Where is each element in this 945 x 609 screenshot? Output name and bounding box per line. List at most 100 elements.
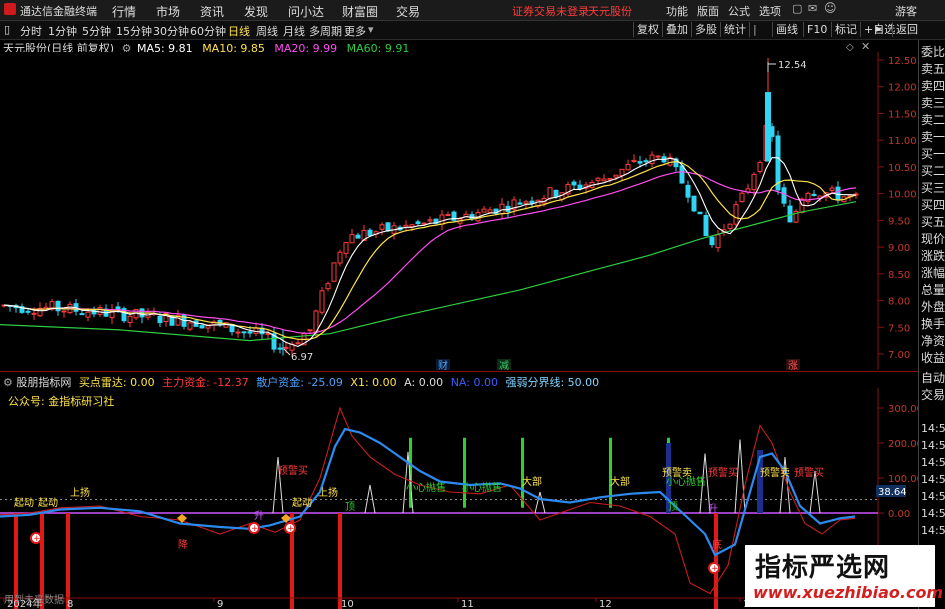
candle-body xyxy=(481,208,487,213)
menu-wenxiaoda[interactable]: 问小达 xyxy=(288,3,324,20)
candle-body xyxy=(79,313,85,316)
quote-field-label[interactable]: 涨幅 xyxy=(921,265,945,282)
quote-field-label[interactable]: 买一 xyxy=(921,146,945,163)
quote-field-label[interactable]: 换手 xyxy=(921,316,945,333)
watermark-title: 指标严选网 xyxy=(755,553,891,583)
price-tick-label: 9.00 xyxy=(888,243,910,254)
quote-field-label[interactable]: 卖三 xyxy=(921,95,945,112)
signal-label: 小心抛售 xyxy=(406,481,446,494)
btn-biaoji[interactable]: 标记 xyxy=(831,22,860,37)
trade-time-label: 14:56 xyxy=(921,524,945,537)
event-mark-jian[interactable]: 减 xyxy=(499,360,509,370)
period-15min[interactable]: 15分钟 xyxy=(116,23,152,39)
period-more[interactable]: 更多 xyxy=(344,23,366,39)
btn-fuquan[interactable]: 复权 xyxy=(633,22,662,37)
event-mark-zhang[interactable]: 涨 xyxy=(788,360,798,370)
signal-label: 顶 xyxy=(345,501,355,513)
event-mark-cai[interactable]: 财 xyxy=(438,359,448,370)
menu-zixun[interactable]: 资讯 xyxy=(200,3,224,20)
trade-time-label: 14:56 xyxy=(921,507,945,520)
period-multi[interactable]: 多周期 xyxy=(309,23,342,39)
quote-field-label[interactable]: 总量 xyxy=(921,282,945,299)
menu-faxian[interactable]: 发现 xyxy=(244,3,268,20)
btn-diejia[interactable]: 叠加 xyxy=(662,22,691,37)
quote-field-label[interactable]: 外盘 xyxy=(921,299,945,316)
candle-body xyxy=(637,161,643,164)
watermark: 指标严选网 www.xuezhibiao.com xyxy=(745,545,943,607)
period-monthly[interactable]: 月线 xyxy=(283,23,305,39)
period-daily[interactable]: 日线 xyxy=(228,23,250,39)
period-5min[interactable]: 5分钟 xyxy=(82,23,111,39)
candle-body xyxy=(25,310,31,313)
candle-body xyxy=(307,329,313,332)
btn-tongji[interactable]: 统计 xyxy=(720,22,749,37)
quote-field-label[interactable]: 买五 xyxy=(921,214,945,231)
signal-label: 预警卖 xyxy=(760,466,790,479)
signal-label: 起动 xyxy=(14,497,34,509)
candle-body xyxy=(319,290,325,313)
sell-signal-bar xyxy=(714,513,718,609)
quote-field-label[interactable]: 净资 xyxy=(921,333,945,350)
candle-body xyxy=(649,154,655,165)
menu-xuanxiang[interactable]: 选项 xyxy=(759,3,781,19)
period-fenshi[interactable]: 分时 xyxy=(20,23,42,39)
candle-body xyxy=(127,315,133,323)
buy-signal-bar xyxy=(463,437,466,508)
signal-label: 起动 xyxy=(292,497,312,509)
period-weekly[interactable]: 周线 xyxy=(256,23,278,39)
price-tick-label: 7.50 xyxy=(888,323,910,334)
period-1min[interactable]: 1分钟 xyxy=(48,23,77,39)
quote-field-label[interactable]: 买四 xyxy=(921,197,945,214)
more-chevron-icon[interactable]: ▾ xyxy=(368,23,374,36)
signal-label: 上扬 xyxy=(318,486,338,499)
menu-caifuquan[interactable]: 财富圈 xyxy=(342,3,378,20)
period-30min[interactable]: 30分钟 xyxy=(153,23,189,39)
menu-expand-icon[interactable]: ▸ xyxy=(876,22,882,35)
help-icon[interactable]: ▢ xyxy=(792,2,802,15)
quote-field-label[interactable]: 卖五 xyxy=(921,61,945,78)
btn-duogu[interactable]: 多股 xyxy=(691,22,720,37)
buy-point-plus: + xyxy=(711,564,719,574)
quote-field-label[interactable]: 卖二 xyxy=(921,112,945,129)
sell-signal-bar xyxy=(338,513,342,609)
price-tick-label: 12.50 xyxy=(888,56,917,67)
menu-banmian[interactable]: 版面 xyxy=(697,3,719,19)
candle-body xyxy=(613,174,619,178)
quote-field-label[interactable]: 现价 xyxy=(921,231,945,248)
trade-login-warning[interactable]: 证券交易未登录 xyxy=(512,3,589,19)
signal-label: 升 xyxy=(708,503,718,515)
menu-gongshi[interactable]: 公式 xyxy=(728,3,750,19)
price-tick-label: 9.50 xyxy=(888,216,910,227)
quote-field-label[interactable]: 收益 xyxy=(921,350,945,367)
date-tick-label: 10 xyxy=(341,599,354,609)
candle-body xyxy=(619,168,625,177)
candle-body xyxy=(85,311,91,318)
quote-field-label[interactable]: 卖一 xyxy=(921,129,945,146)
btn-fanhui[interactable]: 返回 xyxy=(892,22,921,37)
period-60min[interactable]: 60分钟 xyxy=(190,23,226,39)
quote-field-label[interactable]: 卖四 xyxy=(921,78,945,95)
user-icon[interactable]: ☺ xyxy=(824,1,837,15)
price-chart[interactable]: 12.50 12.00 11.50 11.00 10.50 10.00 9.50 9.00 8.… xyxy=(0,52,918,370)
quote-field-label[interactable]: 自动 xyxy=(921,370,945,387)
menu-shichang[interactable]: 市场 xyxy=(156,3,180,20)
toolbar-arrow-icon[interactable]: ▯ xyxy=(4,23,10,36)
candle-body xyxy=(55,300,61,312)
menu-jiaoyi[interactable]: 交易 xyxy=(396,3,420,20)
buy-point-plus: + xyxy=(33,534,41,544)
quote-field-label[interactable]: 委比 xyxy=(921,44,945,61)
user-label[interactable]: 游客 xyxy=(895,3,917,19)
quote-field-label[interactable]: 交易 xyxy=(921,387,945,404)
quote-field-label[interactable]: 买二 xyxy=(921,163,945,180)
quote-field-label[interactable]: 涨跌 xyxy=(921,248,945,265)
menu-hangqing[interactable]: 行情 xyxy=(112,3,136,20)
btn-f10[interactable]: F10 xyxy=(803,22,830,37)
btn-huaxian[interactable]: 画线 xyxy=(772,22,801,37)
candle-body xyxy=(625,163,631,171)
btn-sep-icon[interactable]: | xyxy=(749,22,760,37)
candle-body xyxy=(679,165,685,184)
settings-icon[interactable]: ✉ xyxy=(808,2,817,15)
quote-field-label[interactable]: 买三 xyxy=(921,180,945,197)
period-toolbar: ▯ 分时 1分钟 5分钟 15分钟 30分钟 60分钟 日线 周线 月线 多周期… xyxy=(0,21,945,40)
menu-gongneng[interactable]: 功能 xyxy=(666,3,688,19)
